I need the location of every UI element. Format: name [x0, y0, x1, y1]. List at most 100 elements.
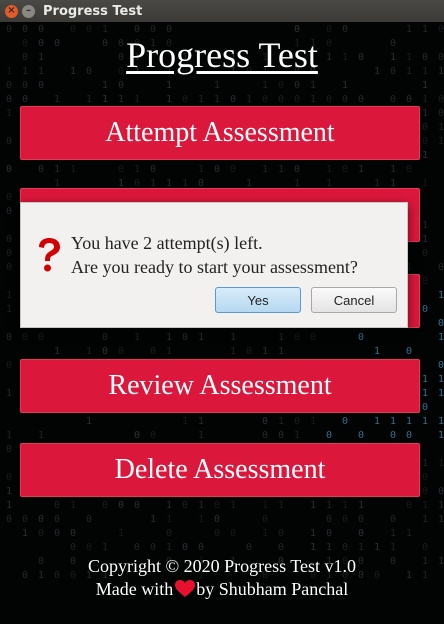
svg-text:1: 1 [6, 430, 12, 441]
svg-text:1: 1 [198, 430, 204, 441]
svg-text:0: 0 [38, 528, 44, 539]
svg-text:0: 0 [150, 542, 156, 553]
svg-text:1: 1 [166, 500, 172, 511]
cancel-button[interactable]: Cancel [311, 287, 397, 313]
svg-text:1: 1 [438, 416, 444, 427]
svg-text:0: 0 [6, 94, 12, 105]
svg-text:0: 0 [118, 500, 124, 511]
svg-text:1: 1 [422, 374, 428, 385]
svg-text:1: 1 [310, 528, 316, 539]
svg-text:0: 0 [422, 136, 428, 147]
svg-text:0: 0 [422, 276, 428, 287]
svg-text:0: 0 [438, 262, 444, 273]
dialog-line-1: You have 2 attempt(s) left. [71, 233, 263, 253]
svg-text:1: 1 [438, 374, 444, 385]
svg-text:1: 1 [262, 500, 268, 511]
svg-text:0: 0 [134, 500, 140, 511]
confirm-dialog: You have 2 attempt(s) left. Are you read… [20, 202, 408, 328]
svg-text:1: 1 [310, 94, 316, 105]
svg-text:1: 1 [198, 94, 204, 105]
svg-text:1: 1 [310, 542, 316, 553]
minimize-window-icon[interactable]: – [22, 4, 35, 18]
svg-text:0: 0 [262, 416, 268, 427]
svg-text:0: 0 [150, 164, 156, 175]
svg-text:0: 0 [22, 94, 28, 105]
window-title: Progress Test [43, 3, 143, 19]
svg-text:1: 1 [326, 164, 332, 175]
svg-text:1: 1 [390, 542, 396, 553]
app-window: × – Progress Test 0100100000001100110011… [0, 0, 444, 624]
svg-text:1: 1 [54, 94, 60, 105]
svg-text:1: 1 [166, 346, 172, 357]
svg-text:1: 1 [342, 80, 348, 91]
yes-button[interactable]: Yes [215, 287, 301, 313]
svg-text:1: 1 [310, 416, 316, 427]
author-text: by Shubham Panchal [196, 579, 349, 599]
delete-assessment-button[interactable]: Delete Assessment [20, 443, 420, 497]
svg-text:0: 0 [182, 542, 188, 553]
svg-text:0: 0 [214, 528, 220, 539]
svg-text:0: 0 [214, 164, 220, 175]
svg-text:1: 1 [6, 304, 12, 315]
svg-text:1: 1 [198, 164, 204, 175]
svg-text:1: 1 [54, 164, 60, 175]
svg-text:1: 1 [278, 500, 284, 511]
close-window-icon[interactable]: × [5, 4, 18, 18]
svg-text:0: 0 [438, 486, 444, 497]
footer: Copyright © 2020 Progress Test v1.0 Made… [0, 555, 444, 601]
svg-text:1: 1 [438, 388, 444, 399]
svg-text:0: 0 [70, 542, 76, 553]
svg-text:1: 1 [262, 164, 268, 175]
svg-text:0: 0 [422, 542, 428, 553]
svg-text:0: 0 [6, 234, 12, 245]
svg-text:0: 0 [22, 332, 28, 343]
svg-text:1: 1 [6, 290, 12, 301]
svg-text:1: 1 [278, 164, 284, 175]
svg-text:0: 0 [326, 430, 332, 441]
svg-text:1: 1 [6, 500, 12, 511]
review-assessment-button[interactable]: Review Assessment [20, 359, 420, 413]
svg-text:0: 0 [326, 528, 332, 539]
svg-text:0: 0 [22, 514, 28, 525]
svg-text:0: 0 [6, 248, 12, 259]
svg-text:1: 1 [198, 514, 204, 525]
attempt-assessment-button[interactable]: Attempt Assessment [20, 106, 420, 160]
svg-text:0: 0 [438, 94, 444, 105]
svg-text:1: 1 [390, 528, 396, 539]
svg-text:0: 0 [406, 430, 412, 441]
made-with-text: Made with [95, 579, 174, 599]
svg-text:1: 1 [262, 528, 268, 539]
svg-text:0: 0 [294, 332, 300, 343]
svg-text:1: 1 [278, 346, 284, 357]
svg-text:1: 1 [438, 430, 444, 441]
svg-text:0: 0 [358, 332, 364, 343]
svg-text:1: 1 [86, 346, 92, 357]
svg-text:1: 1 [6, 108, 12, 119]
svg-text:1: 1 [198, 332, 204, 343]
svg-text:0: 0 [342, 94, 348, 105]
svg-text:0: 0 [358, 514, 364, 525]
svg-text:1: 1 [422, 416, 428, 427]
svg-text:0: 0 [6, 360, 12, 371]
svg-text:0: 0 [6, 472, 12, 483]
svg-text:1: 1 [294, 430, 300, 441]
svg-text:1: 1 [70, 164, 76, 175]
svg-text:1: 1 [326, 500, 332, 511]
svg-text:0: 0 [182, 94, 188, 105]
svg-text:1: 1 [422, 234, 428, 245]
svg-text:0: 0 [390, 430, 396, 441]
svg-text:1: 1 [262, 80, 268, 91]
svg-text:0: 0 [70, 528, 76, 539]
svg-text:1: 1 [6, 486, 12, 497]
svg-text:0: 0 [358, 528, 364, 539]
svg-text:1: 1 [246, 94, 252, 105]
svg-text:0: 0 [278, 430, 284, 441]
svg-text:0: 0 [326, 514, 332, 525]
svg-text:0: 0 [166, 528, 172, 539]
svg-text:1: 1 [438, 500, 444, 511]
svg-text:1: 1 [342, 500, 348, 511]
svg-text:1: 1 [310, 500, 316, 511]
svg-text:0: 0 [262, 514, 268, 525]
svg-text:1: 1 [134, 332, 140, 343]
svg-text:0: 0 [230, 528, 236, 539]
